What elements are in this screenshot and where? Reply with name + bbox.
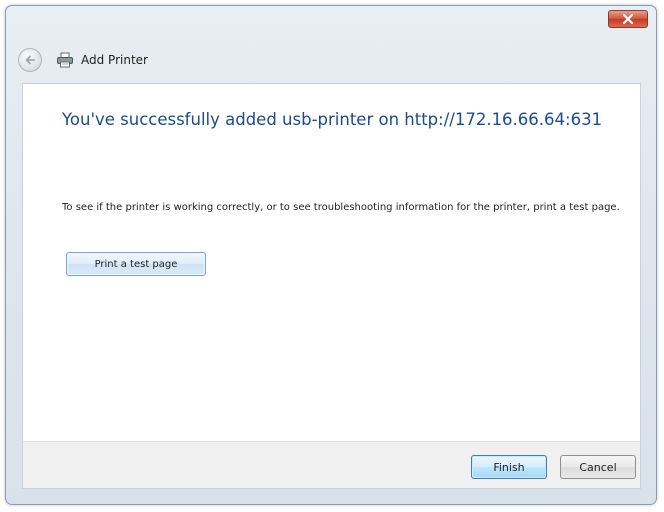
instructions-text: To see if the printer is working correct… [62,202,620,213]
window-title: Add Printer [81,53,148,67]
content-panel: You've successfully added usb-printer on… [22,83,641,441]
dialog-header: Add Printer [18,46,148,74]
back-arrow-icon [25,55,35,65]
cancel-button[interactable]: Cancel [560,455,636,479]
close-button[interactable] [608,10,648,28]
printer-icon [56,52,74,68]
close-icon [622,14,634,24]
print-test-page-button[interactable]: Print a test page [66,252,206,276]
success-headline: You've successfully added usb-printer on… [62,110,603,129]
back-button[interactable] [18,48,42,72]
button-footer: Finish Cancel [22,441,641,489]
add-printer-dialog: Add Printer You've successfully added us… [5,5,657,505]
finish-button[interactable]: Finish [471,455,547,479]
